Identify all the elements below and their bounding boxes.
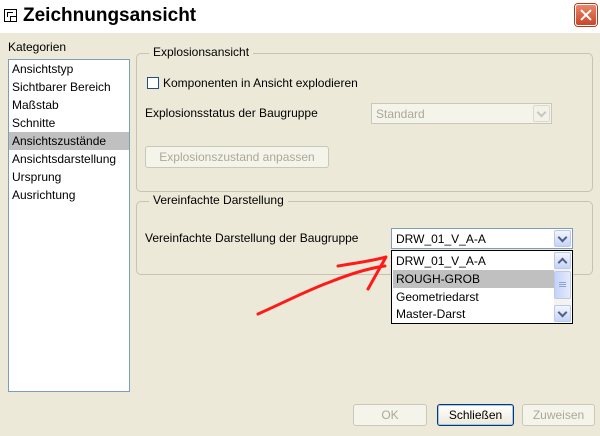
scroll-down-icon[interactable] — [554, 305, 571, 322]
dropdown-scrollbar[interactable] — [554, 252, 571, 322]
simplified-rep-value: DRW_01_V_A-A — [396, 232, 486, 246]
apply-button[interactable]: Zuweisen — [522, 404, 595, 426]
explosion-group-legend: Explosionsansicht — [149, 45, 254, 59]
categories-list[interactable]: Ansichtstyp Sichtbarer Bereich Maßstab S… — [8, 59, 130, 392]
explosion-status-label: Explosionsstatus der Baugruppe — [145, 106, 318, 120]
chevron-down-icon[interactable] — [554, 230, 571, 247]
dropdown-option-highlighted[interactable]: ROUGH-GROB — [393, 270, 554, 288]
category-item-ansichtstyp[interactable]: Ansichtstyp — [9, 60, 129, 78]
dropdown-option[interactable]: Geometriedarst — [393, 288, 554, 306]
category-item-ansichtsdarstellung[interactable]: Ansichtsdarstellung — [9, 150, 129, 168]
scrollbar-thumb[interactable] — [554, 271, 571, 299]
simplified-rep-label: Vereinfachte Darstellung der Baugruppe — [145, 231, 359, 245]
category-item-ausrichtung[interactable]: Ausrichtung — [9, 186, 129, 204]
window-title: Zeichnungsansicht — [23, 5, 197, 26]
explosion-status-value: Standard — [376, 107, 425, 121]
scroll-up-icon[interactable] — [554, 252, 571, 269]
category-item-sichtbarer-bereich[interactable]: Sichtbarer Bereich — [9, 78, 129, 96]
simplified-group-legend: Vereinfachte Darstellung — [149, 193, 288, 207]
dropdown-option[interactable]: Master-Darst — [393, 305, 554, 323]
explosion-status-select[interactable]: Standard — [371, 103, 552, 124]
category-item-ursprung[interactable]: Ursprung — [9, 168, 129, 186]
close-button[interactable]: Schließen — [437, 404, 514, 426]
adjust-explosion-button[interactable]: Explosionszustand anpassen — [145, 146, 329, 168]
chevron-down-icon[interactable] — [533, 105, 550, 122]
category-item-ansichtszustaende[interactable]: Ansichtszustände — [9, 132, 129, 150]
categories-label: Kategorien — [8, 40, 67, 54]
view-window-icon — [4, 9, 17, 22]
dropdown-option[interactable]: DRW_01_V_A-A — [393, 252, 554, 270]
explode-components-checkbox[interactable] — [147, 77, 159, 89]
category-item-schnitte[interactable]: Schnitte — [9, 114, 129, 132]
ok-button[interactable]: OK — [353, 404, 427, 426]
category-item-massstab[interactable]: Maßstab — [9, 96, 129, 114]
title-bar[interactable]: Zeichnungsansicht — [0, 0, 600, 33]
explode-components-label: Komponenten in Ansicht explodieren — [163, 76, 358, 90]
close-icon[interactable] — [575, 4, 597, 26]
simplified-rep-dropdown[interactable]: DRW_01_V_A-A ROUGH-GROB Geometriedarst M… — [391, 250, 573, 324]
simplified-rep-select[interactable]: DRW_01_V_A-A — [391, 228, 573, 249]
